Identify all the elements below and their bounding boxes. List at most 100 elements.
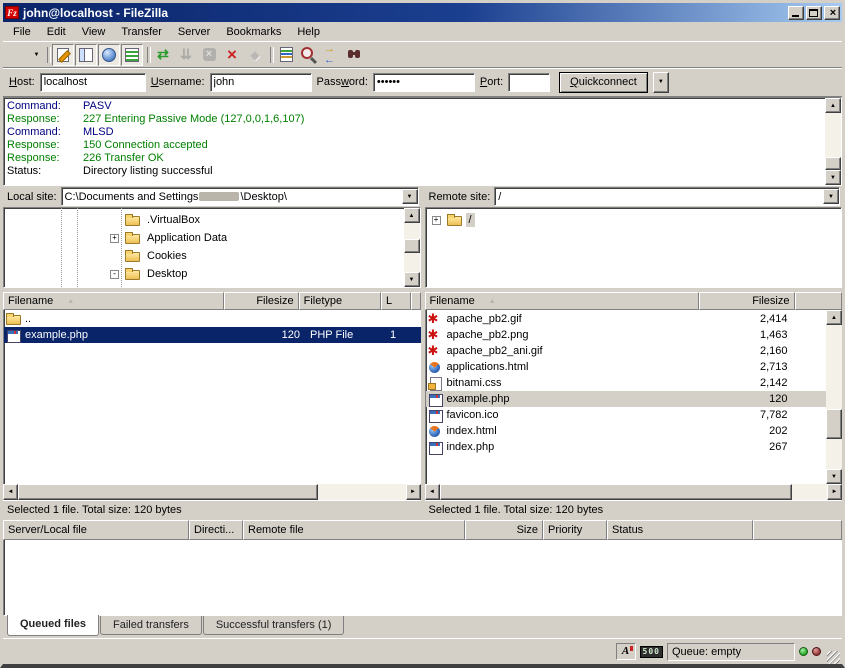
local-site-combo[interactable]: C:\Documents and Settings\Desktop\ ▼ xyxy=(61,187,419,206)
column-header[interactable]: Filename xyxy=(3,292,224,310)
menu-item[interactable]: Transfer xyxy=(113,23,170,41)
resize-grip[interactable] xyxy=(827,651,840,664)
host-input[interactable] xyxy=(40,73,146,92)
process-queue[interactable] xyxy=(175,44,197,66)
column-header[interactable]: Filename xyxy=(425,292,699,310)
menu-item[interactable]: Bookmarks xyxy=(218,23,289,41)
tree-expander-icon[interactable]: + xyxy=(432,216,441,225)
password-input[interactable] xyxy=(373,73,475,92)
cancel-operation[interactable] xyxy=(198,44,220,66)
scroll-thumb[interactable] xyxy=(825,157,841,170)
local-pane: Local site: C:\Documents and Settings\De… xyxy=(3,186,421,520)
tree-expander-icon[interactable]: + xyxy=(110,234,119,243)
column-header[interactable]: Filetype xyxy=(299,292,381,310)
combo-dropdown-icon[interactable]: ▼ xyxy=(402,189,418,204)
refresh[interactable] xyxy=(152,44,174,66)
log-line: Command: MLSD xyxy=(7,126,825,139)
column-header[interactable]: Filesize xyxy=(224,292,299,310)
scroll-up-icon[interactable]: ▲ xyxy=(404,208,420,223)
remote-file-row[interactable]: apache_pb2_ani.gif 2,160 xyxy=(426,343,827,359)
quickconnect-button[interactable]: Quickconnect xyxy=(559,72,648,93)
scroll-right-icon[interactable]: ► xyxy=(406,484,421,500)
local-tree-scrollbar[interactable]: ▲ ▼ xyxy=(404,208,420,287)
synchronized-browsing[interactable] xyxy=(321,44,343,66)
scroll-left-icon[interactable]: ◄ xyxy=(425,484,440,500)
scroll-up-icon[interactable]: ▲ xyxy=(826,310,842,325)
queue-column-header[interactable]: Priority xyxy=(543,520,607,540)
remote-file-row[interactable]: apache_pb2.png 1,463 xyxy=(426,327,827,343)
menu-item[interactable]: View xyxy=(74,23,114,41)
scroll-thumb[interactable] xyxy=(404,239,420,253)
remote-list-scrollbar[interactable]: ▲ ▼ xyxy=(826,310,842,484)
remote-file-row[interactable]: apache_pb2.gif 2,414 xyxy=(426,311,827,327)
file-icon xyxy=(428,425,443,438)
queue-column-header[interactable]: Server/Local file xyxy=(3,520,189,540)
clear-queue[interactable] xyxy=(244,44,266,66)
menu-item[interactable]: Server xyxy=(170,23,218,41)
local-file-row[interactable]: .. xyxy=(4,311,421,327)
remote-file-row[interactable]: index.php 267 xyxy=(426,439,827,455)
local-list-header: Filename Filesize Filetype L xyxy=(3,292,421,310)
local-file-row[interactable]: example.php 120 PHP File 1 xyxy=(4,327,421,343)
toggle-local-tree[interactable] xyxy=(75,44,97,66)
scroll-down-icon[interactable]: ▼ xyxy=(826,469,842,484)
title-bar[interactable]: Fz john@localhost - FileZilla × xyxy=(3,3,842,22)
site-manager-dropdown[interactable] xyxy=(30,44,43,66)
queue-column-header[interactable]: Status xyxy=(607,520,753,540)
transfer-queue: Server/Local file Directi... Remote file… xyxy=(3,520,842,638)
menu-item[interactable]: File xyxy=(5,23,39,41)
queue-list[interactable] xyxy=(3,540,842,616)
menu-item[interactable]: Edit xyxy=(39,23,74,41)
remote-file-row[interactable]: favicon.ico 7,782 xyxy=(426,407,827,423)
username-input[interactable] xyxy=(210,73,312,92)
remote-tree-item[interactable]: + / xyxy=(426,211,842,229)
file-icon xyxy=(428,329,443,342)
maximize-button[interactable] xyxy=(806,6,822,20)
filter[interactable] xyxy=(275,44,297,66)
remote-file-row[interactable]: applications.html 2,713 xyxy=(426,359,827,375)
site-manager-icon[interactable] xyxy=(7,44,29,66)
combo-dropdown-icon[interactable]: ▼ xyxy=(823,189,839,204)
remote-file-row[interactable]: index.html 202 xyxy=(426,423,827,439)
directory-comparison[interactable] xyxy=(298,44,320,66)
remote-site-combo[interactable]: / ▼ xyxy=(494,187,840,206)
port-input[interactable] xyxy=(508,73,550,92)
log-scrollbar[interactable]: ▲ ▼ xyxy=(825,98,841,185)
local-list-hscrollbar[interactable]: ◄ ► xyxy=(3,484,421,500)
local-tree-item[interactable]: - Desktop xyxy=(4,265,404,283)
queue-tab[interactable]: Failed transfers xyxy=(100,616,202,635)
tree-expander-icon[interactable]: - xyxy=(110,270,119,279)
scroll-up-icon[interactable]: ▲ xyxy=(825,98,841,113)
toggle-remote-tree[interactable] xyxy=(98,44,120,66)
local-tree-item[interactable]: .VirtualBox xyxy=(4,211,404,229)
local-tree-item[interactable]: + Application Data xyxy=(4,229,404,247)
close-button[interactable]: × xyxy=(824,6,840,20)
queue-column-header[interactable]: Remote file xyxy=(243,520,465,540)
toggle-message-log[interactable] xyxy=(52,44,74,66)
scroll-right-icon[interactable]: ► xyxy=(827,484,842,500)
queue-column-header[interactable]: Directi... xyxy=(189,520,243,540)
queue-tab[interactable]: Successful transfers (1) xyxy=(203,616,345,635)
remote-file-row[interactable]: example.php 120 xyxy=(426,391,827,407)
disconnect[interactable] xyxy=(221,44,243,66)
quickconnect-dropdown[interactable]: ▼ xyxy=(653,72,669,93)
file-icon xyxy=(428,345,443,358)
column-header[interactable]: L xyxy=(381,292,411,310)
queue-tab[interactable]: Queued files xyxy=(7,615,99,636)
scroll-thumb[interactable] xyxy=(826,409,842,439)
remote-file-row[interactable]: bitnami.css 2,142 xyxy=(426,375,827,391)
scroll-down-icon[interactable]: ▼ xyxy=(825,170,841,185)
remote-list-hscrollbar[interactable]: ◄ ► xyxy=(425,484,843,500)
toggle-queue-view[interactable] xyxy=(121,44,143,66)
queue-header: Server/Local file Directi... Remote file… xyxy=(3,520,842,540)
scroll-thumb[interactable] xyxy=(440,484,792,500)
minimize-button[interactable] xyxy=(788,6,804,20)
scroll-thumb[interactable] xyxy=(18,484,318,500)
menu-item[interactable]: Help xyxy=(289,23,328,41)
scroll-left-icon[interactable]: ◄ xyxy=(3,484,18,500)
file-search[interactable] xyxy=(344,44,366,66)
column-header[interactable]: Filesize xyxy=(699,292,795,310)
queue-column-header[interactable]: Size xyxy=(465,520,543,540)
local-tree-item[interactable]: Cookies xyxy=(4,247,404,265)
scroll-down-icon[interactable]: ▼ xyxy=(404,272,420,287)
